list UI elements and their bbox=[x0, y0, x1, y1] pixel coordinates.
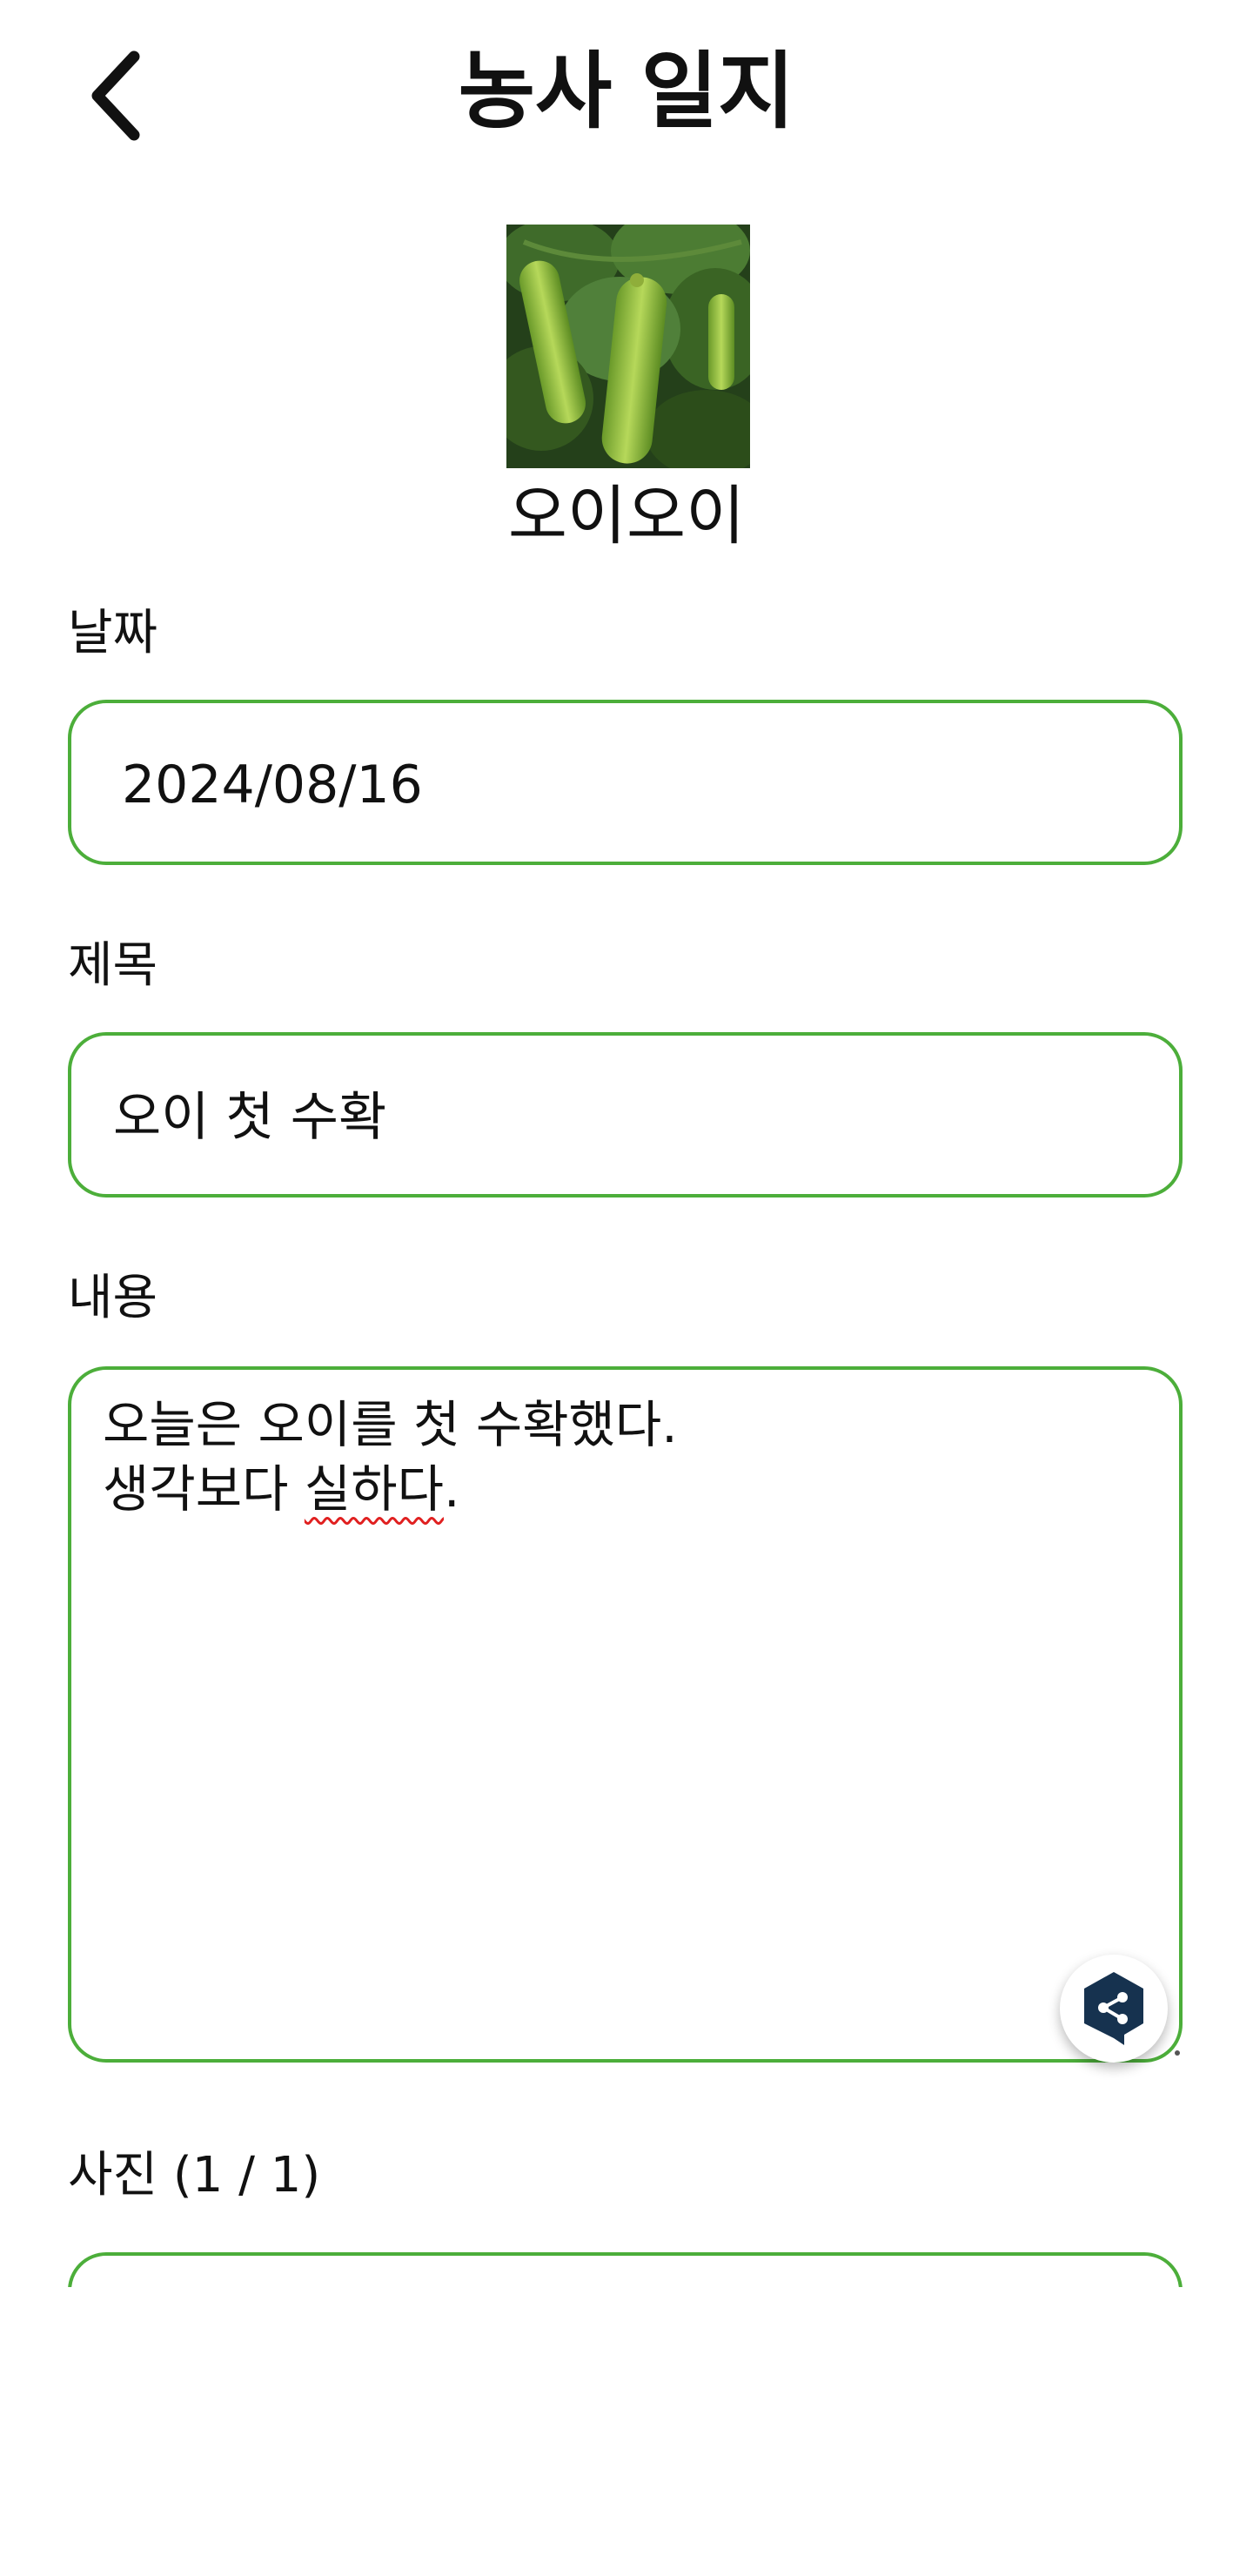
crop-name: 오이오이 bbox=[507, 479, 746, 553]
title-field[interactable]: 오이 첫 수확 bbox=[68, 1032, 1183, 1197]
date-field[interactable]: 2024/08/16 bbox=[68, 700, 1183, 865]
cucumber-photo-image bbox=[506, 225, 750, 468]
content-label: 내용 bbox=[68, 1270, 158, 1326]
content-textarea[interactable]: 오늘은 오이를 첫 수확했다. 생각보다 실하다. bbox=[68, 1366, 1183, 2063]
crop-photo[interactable] bbox=[506, 225, 750, 468]
misspelled-word[interactable]: 실하다 bbox=[305, 1459, 444, 1519]
title-value: 오이 첫 수확 bbox=[113, 1087, 387, 1148]
page-title: 농사 일지 bbox=[458, 43, 795, 140]
share-fab-button[interactable] bbox=[1060, 1955, 1168, 2063]
title-label: 제목 bbox=[68, 937, 158, 994]
textarea-resize-handle[interactable] bbox=[1175, 2050, 1180, 2056]
photo-upload-border bbox=[68, 2252, 1183, 2287]
photos-label: 사진 (1 / 1) bbox=[68, 2147, 321, 2204]
content-line-2: 생각보다 실하다. bbox=[103, 1459, 460, 1519]
date-label: 날짜 bbox=[68, 605, 158, 661]
content-text: 오늘은 오이를 첫 수확했다. 생각보다 실하다. bbox=[103, 1392, 678, 1521]
content-line-1: 오늘은 오이를 첫 수확했다. bbox=[103, 1395, 678, 1454]
photo-upload-box[interactable] bbox=[68, 2252, 1183, 2287]
app-header: 농사 일지 bbox=[0, 0, 1253, 191]
date-value: 2024/08/16 bbox=[122, 755, 423, 815]
share-hexagon-icon bbox=[1084, 1972, 1143, 2045]
